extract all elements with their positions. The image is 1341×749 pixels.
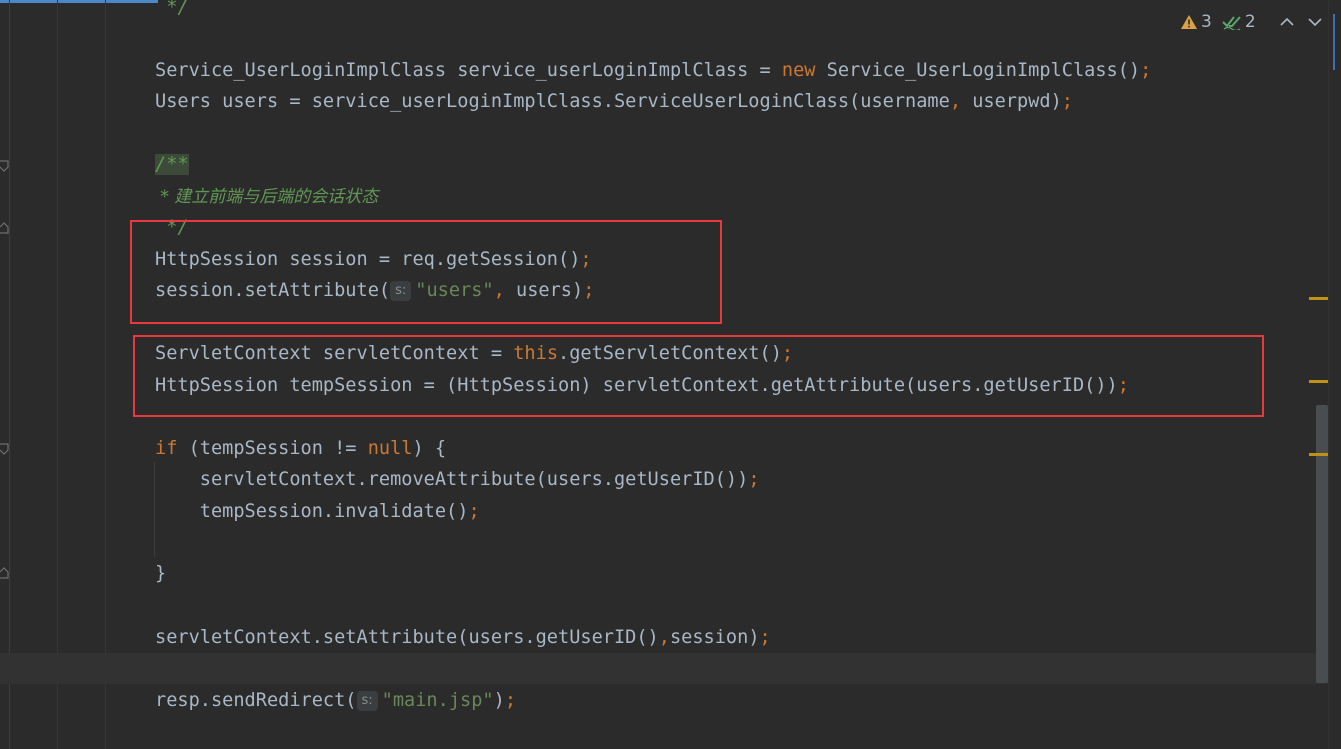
code-line[interactable]: */ — [155, 0, 189, 23]
warnings-count: 3 — [1201, 12, 1212, 32]
doc-comment-text: * 建立前端与后端的会话状态 — [155, 187, 379, 207]
code-text: ) — [493, 690, 505, 711]
keyword: null — [367, 438, 413, 459]
chevron-down-icon[interactable] — [1308, 12, 1322, 32]
vertical-scrollbar[interactable] — [1328, 0, 1341, 749]
code-line[interactable]: /** — [155, 149, 189, 180]
code-line[interactable]: resp.sendRedirect(s: "main.jsp"); — [155, 685, 516, 716]
fold-marker-icon[interactable] — [0, 567, 10, 579]
semicolon: ; — [748, 469, 760, 490]
code-line[interactable]: if (tempSession != null) { — [155, 433, 446, 464]
code-line[interactable]: tempSession.invalidate(); — [155, 496, 480, 527]
comment: */ — [155, 0, 189, 18]
doc-comment-start: /** — [155, 154, 189, 175]
code-text: session) — [669, 627, 760, 648]
code-line[interactable]: servletContext.removeAttribute(users.get… — [155, 464, 760, 495]
chevron-up-icon[interactable] — [1280, 12, 1294, 32]
warning-stripe-marker[interactable] — [1309, 380, 1328, 383]
warning-stripe-marker[interactable] — [1309, 453, 1328, 456]
keyword: new — [781, 60, 816, 81]
weak-warnings-indicator[interactable]: 2 — [1222, 12, 1256, 32]
string-literal: "main.jsp" — [381, 690, 494, 711]
keyword: if — [155, 438, 178, 459]
code-line[interactable]: } — [155, 558, 166, 589]
annotation-box-servlet-context — [133, 335, 1264, 417]
code-text: Users users = service_userLoginImplClass… — [155, 91, 950, 112]
comma: , — [658, 627, 670, 648]
gutter-divider — [9, 0, 10, 749]
current-line-highlight — [0, 653, 1328, 684]
annotation-box-session — [130, 220, 722, 324]
warnings-indicator[interactable]: 3 — [1180, 12, 1212, 32]
fold-marker-icon[interactable] — [0, 160, 10, 172]
semicolon: ; — [759, 627, 771, 648]
code-text: (tempSession != — [177, 438, 368, 459]
code-text: servletContext.setAttribute(users.getUse… — [155, 627, 659, 648]
code-line[interactable]: servletContext.setAttribute(users.getUse… — [155, 622, 771, 653]
code-text: userpwd) — [961, 91, 1062, 112]
scroll-position-marker — [1333, 14, 1335, 70]
code-text: } — [155, 563, 167, 584]
code-text: ) { — [412, 438, 447, 459]
inspection-widget[interactable]: 3 2 — [1180, 8, 1322, 36]
code-text: resp.sendRedirect( — [155, 690, 357, 711]
code-line[interactable]: Users users = service_userLoginImplClass… — [155, 86, 1073, 117]
warning-stripe-marker[interactable] — [1309, 297, 1328, 300]
semicolon: ; — [1061, 91, 1073, 112]
warning-icon — [1181, 15, 1197, 29]
scrollbar-thumb[interactable] — [1316, 405, 1328, 683]
weak-warnings-count: 2 — [1244, 12, 1256, 32]
fold-marker-icon[interactable] — [0, 443, 10, 455]
comma: , — [949, 91, 962, 112]
code-text: servletContext.removeAttribute(users.get… — [155, 469, 749, 490]
code-text: tempSession.invalidate() — [155, 501, 469, 522]
fold-marker-icon[interactable] — [0, 222, 10, 234]
editor-tab-indicator — [0, 0, 158, 3]
semicolon: ; — [504, 690, 517, 711]
code-editor[interactable]: */ Service_UserLoginImplClass service_us… — [0, 0, 1341, 749]
code-line[interactable]: * 建立前端与后端的会话状态 — [155, 181, 378, 212]
semicolon: ; — [468, 501, 480, 522]
indent-guide — [57, 0, 58, 749]
parameter-hint: s: — [356, 691, 378, 711]
semicolon: ; — [1140, 60, 1152, 81]
code-text: Service_UserLoginImplClass() — [815, 60, 1141, 81]
code-text: Service_UserLoginImplClass service_userL… — [155, 60, 782, 81]
indent-guide — [105, 0, 106, 749]
double-check-icon — [1222, 16, 1241, 30]
code-line[interactable]: Service_UserLoginImplClass service_userL… — [155, 55, 1151, 86]
